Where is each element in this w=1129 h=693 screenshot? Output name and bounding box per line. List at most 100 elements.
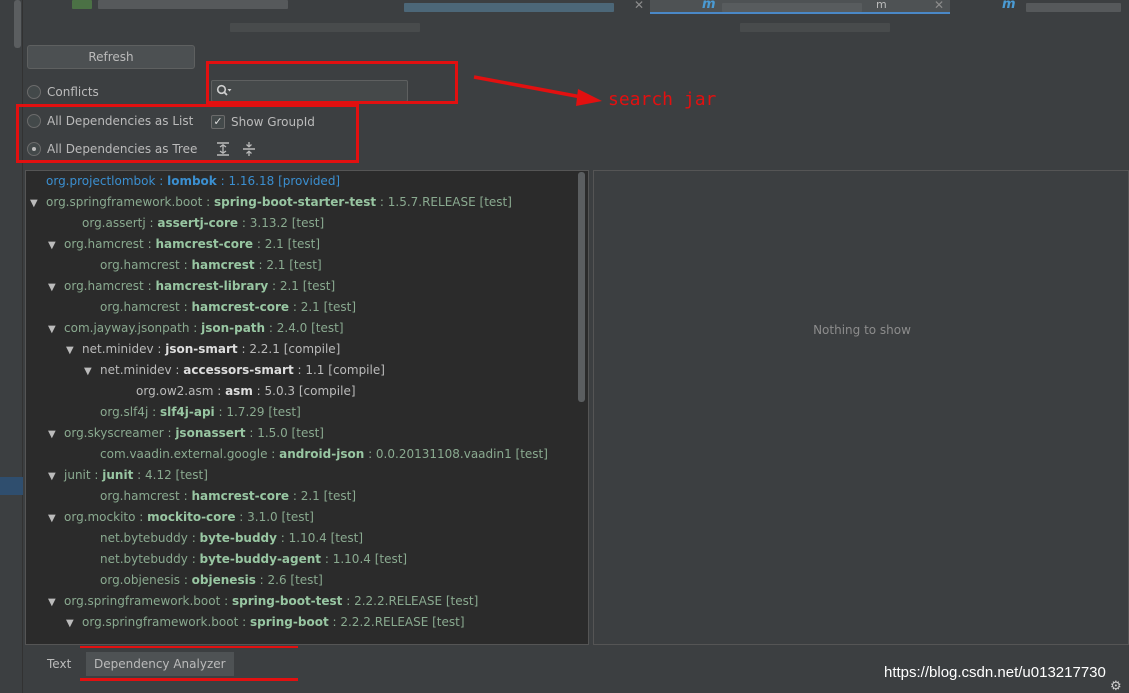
tree-row[interactable]: ▼ net.minidev : json-smart : 2.2.1 [compi… [66,339,340,360]
close-icon[interactable]: ✕ [634,0,644,12]
tree-row[interactable]: org.hamcrest : hamcrest-core : 2.1 [test… [84,486,356,507]
tree-row[interactable]: ▼ org.springframework.boot : spring-boot-… [30,192,512,213]
dependency-artifact: objenesis [191,573,256,587]
usages-panel: Nothing to show [593,170,1129,645]
dependency-version: : 2.4.0 [test] [265,321,344,335]
dependency-version: : 2.1 [test] [254,258,322,272]
tab-title-blurred[interactable] [98,0,288,9]
expand-toggle-icon[interactable]: ▼ [66,613,82,634]
dependency-group: junit [64,468,91,482]
dependency-artifact: json-smart [165,342,238,356]
dependency-version: : 4.12 [test] [133,468,208,482]
expand-toggle-icon[interactable]: ▼ [48,466,64,487]
dependency-sep: : [143,237,156,251]
dependency-version: : 3.13.2 [test] [238,216,325,230]
file-icon-blurred [72,0,92,9]
dependency-sep: : [238,615,250,629]
dependency-sep: : [220,594,232,608]
dependency-version: : 1.7.29 [test] [214,405,301,419]
tree-row[interactable]: org.slf4j : slf4j-api : 1.7.29 [test] [84,402,301,423]
tree-row[interactable]: org.hamcrest : hamcrest : 2.1 [test] [84,255,322,276]
conflicts-option[interactable]: Conflicts [27,83,99,101]
scrollbar-thumb[interactable] [14,0,21,48]
tree-row[interactable]: ▼ org.skyscreamer : jsonassert : 1.5.0 [t… [48,423,324,444]
tree-row[interactable]: ▼ org.mockito : mockito-core : 3.1.0 [tes… [48,507,314,528]
tree-row[interactable]: ▼ com.jayway.jsonpath : json-path : 2.4.0… [48,318,344,339]
dependency-group: net.bytebuddy [100,552,188,566]
tab-title-blurred[interactable] [404,3,614,12]
annotation-search-box-highlight [206,61,458,104]
tab-title-blurred [722,3,862,12]
dependency-version: : 1.10.4 [test] [276,531,364,545]
dependency-version: : 2.6 [test] [255,573,323,587]
conflicts-label: Conflicts [47,85,99,99]
dependency-version: : 3.1.0 [test] [235,510,314,524]
gear-icon[interactable]: ⚙ [1110,680,1124,693]
dependency-sep: : [90,468,103,482]
maven-file-icon: m [702,0,716,12]
dependency-artifact: spring-boot [249,615,329,629]
dependency-sep: : [135,510,148,524]
tab-dependency-analyzer[interactable]: Dependency Analyzer [86,652,234,676]
expand-toggle-icon[interactable]: ▼ [48,319,64,340]
dependency-sep: : [202,195,214,209]
tree-row[interactable]: ▼ org.hamcrest : hamcrest-core : 2.1 [tes… [48,234,320,255]
tree-row[interactable]: ▼ org.springframework.boot : spring-boot … [66,612,465,633]
dependency-version: : 2.1 [test] [289,300,357,314]
tree-row[interactable]: com.vaadin.external.google : android-jso… [84,444,548,465]
dependency-group: org.objenesis [100,573,180,587]
dependency-version: : 2.2.1 [compile] [237,342,341,356]
tree-row[interactable]: net.bytebuddy : byte-buddy-agent : 1.10.… [84,549,407,570]
tab-title-blurred[interactable] [230,23,420,32]
dependency-group: org.hamcrest [100,489,180,503]
tree-row[interactable]: org.objenesis : objenesis : 2.6 [test] [84,570,323,591]
dependency-sep: : [180,573,192,587]
expand-toggle-icon[interactable]: ▼ [48,235,64,256]
tree-row[interactable]: org.assertj : assertj-core : 3.13.2 [tes… [66,213,324,234]
dependency-sep: : [179,258,192,272]
expand-toggle-icon[interactable]: ▼ [66,340,82,361]
editor-tab-row: ✕ m m ✕ m [0,0,1129,14]
dependency-artifact: byte-buddy-agent [199,552,322,566]
dependency-tree[interactable]: org.projectlombok : lombok : 1.16.18 [pr… [25,170,589,645]
tree-row[interactable]: ▼ org.springframework.boot : spring-boot-… [48,591,478,612]
dependency-group: com.jayway.jsonpath [64,321,190,335]
tab-title-blurred[interactable] [740,23,890,32]
dependency-sep: : [145,216,158,230]
expand-toggle-icon[interactable]: ▼ [48,424,64,445]
dependency-group: org.skyscreamer [64,426,164,440]
tree-row[interactable]: ▼ junit : junit : 4.12 [test] [48,465,208,486]
tree-row[interactable]: org.hamcrest : hamcrest-core : 2.1 [test… [84,297,356,318]
expand-toggle-icon[interactable]: ▼ [48,508,64,529]
conflicts-radio[interactable] [27,85,41,99]
dependency-version: : 1.5.7.RELEASE [test] [376,195,512,209]
dependency-artifact: hamcrest [191,258,255,272]
dependency-sep: : [171,363,184,377]
tab-text[interactable]: Text [39,652,79,676]
tree-row[interactable]: net.bytebuddy : byte-buddy : 1.10.4 [tes… [84,528,363,549]
annotation-arrow [473,75,602,106]
dependency-artifact: android-json [279,447,365,461]
maven-file-icon: m [1002,0,1016,12]
dependency-group: net.bytebuddy [100,531,188,545]
dependency-group: org.springframework.boot [82,615,239,629]
tab-active[interactable]: m m ✕ [650,0,950,14]
tree-row[interactable]: ▼ org.hamcrest : hamcrest-library : 2.1 [… [48,276,335,297]
dependency-group: org.hamcrest [64,279,144,293]
dependency-artifact: byte-buddy [199,531,277,545]
tree-row[interactable]: org.projectlombok : lombok : 1.16.18 [pr… [30,171,340,192]
refresh-button[interactable]: Refresh [27,45,195,69]
dependency-sep: : [155,174,168,188]
dependency-sep: : [179,489,192,503]
tab-title-blurred[interactable] [1026,3,1121,12]
tree-scrollbar-thumb[interactable] [578,172,585,402]
expand-toggle-icon[interactable]: ▼ [84,361,100,382]
tree-row[interactable]: org.ow2.asm : asm : 5.0.3 [compile] [120,381,356,402]
tree-row[interactable]: ▼ net.minidev : accessors-smart : 1.1 [co… [84,360,385,381]
close-icon[interactable]: ✕ [934,0,944,12]
expand-toggle-icon[interactable]: ▼ [30,193,46,214]
expand-toggle-icon[interactable]: ▼ [48,592,64,613]
expand-toggle-icon[interactable]: ▼ [48,277,64,298]
dependency-artifact: assertj-core [157,216,239,230]
dependency-artifact: spring-boot-starter-test [213,195,377,209]
